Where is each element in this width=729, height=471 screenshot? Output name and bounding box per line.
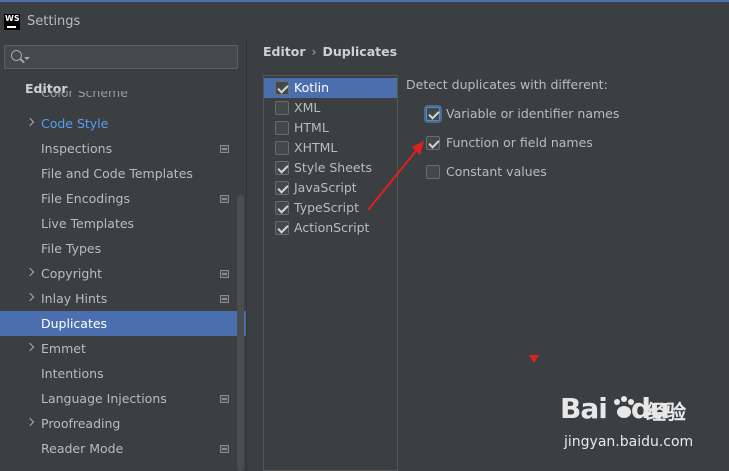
baidu-jingyan-watermark: Bai du 经验 jingyan.baidu.com: [560, 392, 720, 462]
language-item-actionscript[interactable]: ActionScript: [264, 218, 397, 238]
sidebar-item-label: Live Templates: [41, 216, 135, 231]
watermark-url: jingyan.baidu.com: [564, 434, 694, 450]
chevron-right-icon[interactable]: [25, 117, 35, 127]
sidebar-item-file-and-code-templates[interactable]: File and Code Templates: [0, 161, 236, 186]
language-label: Kotlin: [294, 80, 329, 95]
sidebar-item-label: Color Scheme: [41, 91, 128, 100]
project-settings-icon: [220, 295, 229, 303]
sidebar-item-label: Emmet: [41, 341, 86, 356]
sidebar-item-code-style[interactable]: Code Style: [0, 111, 236, 136]
sidebar-item-label: File Encodings: [41, 191, 131, 206]
language-checkbox[interactable]: [275, 201, 289, 215]
sidebar-item-file-types[interactable]: File Types: [0, 236, 236, 261]
search-icon: [11, 50, 22, 61]
breadcrumb-parent[interactable]: Editor: [263, 44, 306, 59]
watermark-cn: 经验: [646, 400, 686, 424]
sidebar-item-label: Language Injections: [41, 391, 167, 406]
breadcrumb: Editor › Duplicates: [263, 44, 397, 59]
title-bar: WS Settings: [0, 2, 729, 40]
sidebar-item-color-scheme[interactable]: Color Scheme: [41, 91, 128, 103]
language-checkbox[interactable]: [275, 101, 289, 115]
sidebar-item-label: Code Style: [41, 116, 109, 131]
sidebar-item-inlay-hints[interactable]: Inlay Hints: [0, 286, 236, 311]
sidebar-item-label: Copyright: [41, 266, 103, 281]
sidebar-item-label: Inlay Hints: [41, 291, 108, 306]
sidebar-item-label: File and Code Templates: [41, 166, 193, 181]
panel-divider[interactable]: [246, 40, 247, 471]
sidebar-item-label: Inspections: [41, 141, 113, 156]
language-checkbox[interactable]: [275, 121, 289, 135]
sidebar-item-intentions[interactable]: Intentions: [0, 361, 236, 386]
settings-search-input[interactable]: [4, 45, 238, 69]
detect-duplicates-heading: Detect duplicates with different:: [406, 77, 608, 92]
project-settings-icon: [220, 395, 229, 403]
language-label: TypeScript: [294, 200, 359, 215]
annotation-marker-icon: [529, 355, 539, 363]
sidebar-item-live-templates[interactable]: Live Templates: [0, 211, 236, 236]
language-checkbox[interactable]: [275, 141, 289, 155]
project-settings-icon: [220, 145, 229, 153]
language-label: XHTML: [294, 140, 338, 155]
baidu-paw-icon: [614, 396, 634, 418]
option-label: Variable or identifier names: [446, 106, 620, 121]
option-label: Constant values: [446, 164, 547, 179]
webstorm-logo-icon: WS: [4, 14, 20, 30]
sidebar-item-reader-mode[interactable]: Reader Mode: [0, 436, 236, 461]
breadcrumb-current: Duplicates: [322, 44, 398, 59]
language-item-html[interactable]: HTML: [264, 118, 397, 138]
sidebar-item-emmet[interactable]: Emmet: [0, 336, 236, 361]
chevron-right-icon[interactable]: [25, 267, 35, 277]
language-checkbox[interactable]: [275, 161, 289, 175]
language-item-kotlin[interactable]: Kotlin: [264, 78, 397, 98]
sidebar-scrollbar[interactable]: [237, 195, 244, 471]
sidebar-item-label: Intentions: [41, 366, 104, 381]
sidebar-item-language-injections[interactable]: Language Injections: [0, 386, 236, 411]
language-checkbox[interactable]: [275, 221, 289, 235]
language-list: Kotlin XML HTML XHTML Style Sheets JavaScript…: [263, 75, 398, 471]
option-label: Function or field names: [446, 135, 593, 150]
sidebar-item-copyright[interactable]: Copyright: [0, 261, 236, 286]
project-settings-icon: [220, 195, 229, 203]
search-history-dropdown-icon[interactable]: [24, 57, 30, 60]
language-label: HTML: [294, 120, 329, 135]
language-item-xml[interactable]: XML: [264, 98, 397, 118]
sidebar-item-label: File Types: [41, 241, 102, 256]
chevron-right-icon[interactable]: [25, 292, 35, 302]
chevron-right-icon[interactable]: [25, 342, 35, 352]
sidebar-item-label: Reader Mode: [41, 441, 124, 456]
breadcrumb-separator-icon: ›: [311, 44, 317, 59]
window-title: Settings: [27, 14, 81, 29]
language-label: ActionScript: [294, 220, 370, 235]
sidebar-item-label: Duplicates: [41, 316, 108, 331]
settings-sidebar: Editor Color Scheme Code Style Inspection…: [0, 40, 246, 471]
language-checkbox[interactable]: [275, 81, 289, 95]
language-label: XML: [294, 100, 321, 115]
chevron-right-icon[interactable]: [25, 417, 35, 427]
sidebar-item-label: Proofreading: [41, 416, 121, 431]
project-settings-icon: [220, 445, 229, 453]
language-label: JavaScript: [294, 180, 357, 195]
sidebar-item-file-encodings[interactable]: File Encodings: [0, 186, 236, 211]
sidebar-item-inspections[interactable]: Inspections: [0, 136, 236, 161]
language-checkbox[interactable]: [275, 181, 289, 195]
sidebar-item-proofreading[interactable]: Proofreading: [0, 411, 236, 436]
annotation-arrow-icon: [367, 141, 424, 211]
project-settings-icon: [220, 270, 229, 278]
option-checkbox[interactable]: [426, 107, 440, 121]
sidebar-item-duplicates[interactable]: Duplicates: [0, 311, 246, 336]
